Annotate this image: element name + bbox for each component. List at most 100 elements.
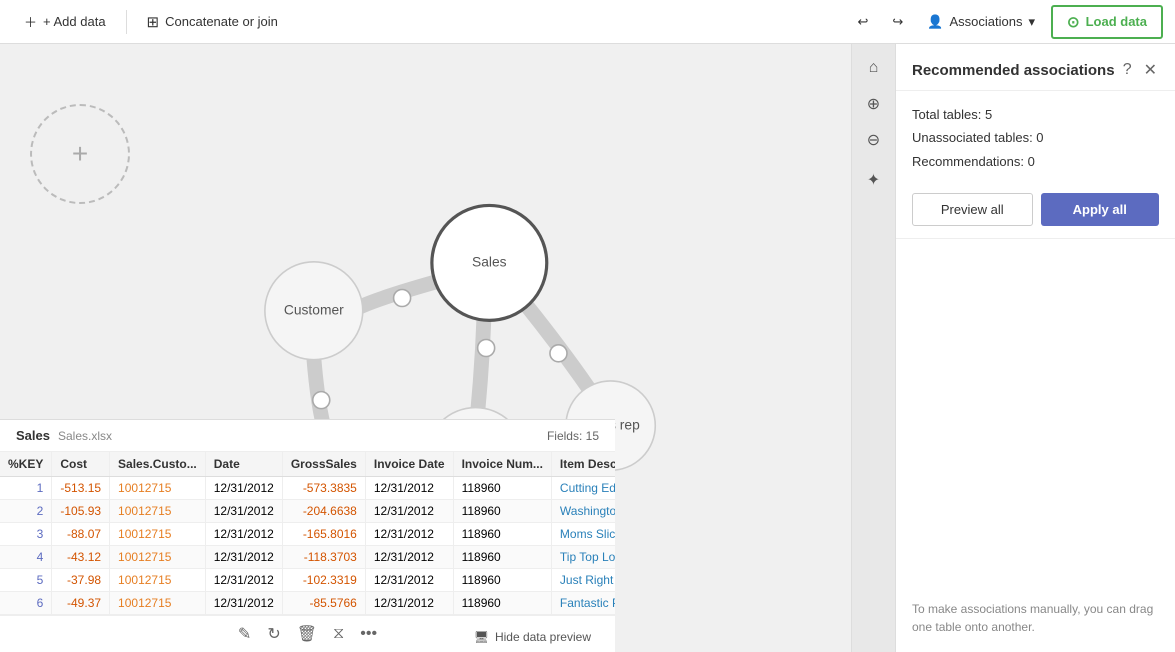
table-cell: -85.5766 <box>282 592 365 615</box>
table-cell: 4 <box>0 546 52 569</box>
table-cell: 6 <box>0 592 52 615</box>
zoom-in-tool-button[interactable]: ⊕ <box>858 88 890 120</box>
col-cost: Cost <box>52 452 110 477</box>
table-cell: 118960 <box>453 569 551 592</box>
table-cell: 12/31/2012 <box>365 569 453 592</box>
side-tools: ⌂ ⊕ ⊖ ✦ <box>851 44 895 652</box>
table-cell: Cutting Edge Sliced Ham <box>551 477 615 500</box>
table-cell: -49.37 <box>52 592 110 615</box>
table-row: 5-37.981001271512/31/2012-102.331912/31/… <box>0 569 615 592</box>
table-cell: 12/31/2012 <box>365 500 453 523</box>
table-cell: 10012715 <box>110 546 206 569</box>
table-container[interactable]: %KEY Cost Sales.Custo... Date GrossSales… <box>0 452 615 615</box>
table-cell: Moms Sliced Ham <box>551 523 615 546</box>
table-cell: 10012715 <box>110 569 206 592</box>
edit-tool-button[interactable]: ✎ <box>238 624 251 644</box>
redo-icon: ↪ <box>892 14 903 30</box>
data-preview-panel: Sales Sales.xlsx Fields: 15 %KEY Cost Sa… <box>0 419 615 652</box>
table-cell: 12/31/2012 <box>205 477 282 500</box>
preview-file-name: Sales.xlsx <box>58 429 112 443</box>
table-cell: 3 <box>0 523 52 546</box>
table-cell: -573.3835 <box>282 477 365 500</box>
table-cell: 12/31/2012 <box>205 523 282 546</box>
table-cell: 1 <box>0 477 52 500</box>
concat-join-label: Concatenate or join <box>165 14 278 29</box>
table-cell: 12/31/2012 <box>365 592 453 615</box>
canvas-area[interactable]: + Sales Customer Item <box>0 44 895 652</box>
apply-all-button[interactable]: Apply all <box>1041 193 1160 226</box>
toolbar-divider <box>126 10 127 34</box>
preview-all-button[interactable]: Preview all <box>912 193 1033 226</box>
table-row: 6-49.371001271512/31/2012-85.576612/31/2… <box>0 592 615 615</box>
panel-stats: Total tables: 5 Unassociated tables: 0 R… <box>896 91 1175 185</box>
load-data-label: Load data <box>1086 14 1147 29</box>
col-item-desc: Item Desc <box>551 452 615 477</box>
table-cell: 12/31/2012 <box>365 477 453 500</box>
table-cell: -88.07 <box>52 523 110 546</box>
table-row: 1-513.151001271512/31/2012-573.383512/31… <box>0 477 615 500</box>
table-cell: 12/31/2012 <box>205 546 282 569</box>
hide-preview-button[interactable]: 🖥 Hide data preview <box>466 622 599 652</box>
table-cell: 118960 <box>453 546 551 569</box>
more-tool-button[interactable]: ••• <box>360 625 377 643</box>
table-cell: 12/31/2012 <box>205 500 282 523</box>
table-cell: -513.15 <box>52 477 110 500</box>
table-cell: 5 <box>0 569 52 592</box>
col-invoice-date: Invoice Date <box>365 452 453 477</box>
panel-header-icons: ? ✕ <box>1121 58 1159 82</box>
toolbar-right: ↩ ↪ 👤 Associations ▾ ⊙ Load data <box>850 5 1164 39</box>
panel-header: Recommended associations ? ✕ <box>896 44 1175 91</box>
table-cell: 12/31/2012 <box>205 569 282 592</box>
svg-text:Customer: Customer <box>284 301 344 317</box>
table-row: 2-105.931001271512/31/2012-204.663812/31… <box>0 500 615 523</box>
col-gross-sales: GrossSales <box>282 452 365 477</box>
table-cell: -204.6638 <box>282 500 365 523</box>
magic-tool-button[interactable]: ✦ <box>858 164 890 196</box>
svg-text:Sales: Sales <box>472 254 507 270</box>
table-cell: 12/31/2012 <box>365 523 453 546</box>
redo-button[interactable]: ↪ <box>884 8 911 36</box>
associations-button[interactable]: 👤 Associations ▾ <box>919 8 1043 36</box>
table-body: 1-513.151001271512/31/2012-573.383512/31… <box>0 477 615 615</box>
load-data-button[interactable]: ⊙ Load data <box>1051 5 1163 39</box>
help-button[interactable]: ? <box>1121 59 1134 81</box>
col-sales-custo: Sales.Custo... <box>110 452 206 477</box>
filter-tool-button[interactable]: ⧖ <box>333 625 344 643</box>
main-area: + Sales Customer Item <box>0 44 1175 652</box>
table-cell: -118.3703 <box>282 546 365 569</box>
panel-title: Recommended associations <box>912 62 1121 79</box>
refresh-tool-button[interactable]: ↻ <box>267 624 280 644</box>
concat-join-button[interactable]: ⊞ Concatenate or join <box>135 7 290 37</box>
unassociated-stat: Unassociated tables: 0 <box>912 126 1159 149</box>
panel-actions: Preview all Apply all <box>896 185 1175 239</box>
table-cell: 12/31/2012 <box>205 592 282 615</box>
table-cell: 118960 <box>453 592 551 615</box>
table-row: 4-43.121001271512/31/2012-118.370312/31/… <box>0 546 615 569</box>
table-cell: 10012715 <box>110 523 206 546</box>
plus-icon: ＋ <box>24 12 37 31</box>
table-cell: Just Right Beef Soup <box>551 569 615 592</box>
undo-button[interactable]: ↩ <box>850 8 877 36</box>
zoom-out-tool-button[interactable]: ⊖ <box>858 124 890 156</box>
hide-preview-label: Hide data preview <box>495 630 591 644</box>
close-button[interactable]: ✕ <box>1142 58 1159 82</box>
panel-hint: To make associations manually, you can d… <box>896 584 1175 652</box>
right-panel: Recommended associations ? ✕ Total table… <box>895 44 1175 652</box>
table-cell: Tip Top Lox <box>551 546 615 569</box>
table-cell: -165.8016 <box>282 523 365 546</box>
home-tool-button[interactable]: ⌂ <box>858 52 890 84</box>
table-cell: 118960 <box>453 500 551 523</box>
table-cell: -102.3319 <box>282 569 365 592</box>
table-cell: 118960 <box>453 523 551 546</box>
add-data-button[interactable]: ＋ + Add data <box>12 6 118 37</box>
delete-tool-button[interactable]: 🗑 <box>297 624 317 644</box>
total-tables-stat: Total tables: 5 <box>912 103 1159 126</box>
preview-header: Sales Sales.xlsx Fields: 15 <box>0 420 615 452</box>
table-cell: Fantastic Pumpernickel Bread <box>551 592 615 615</box>
add-data-label: + Add data <box>43 14 106 29</box>
chevron-down-icon: ▾ <box>1028 14 1035 30</box>
table-cell: 2 <box>0 500 52 523</box>
col-key: %KEY <box>0 452 52 477</box>
table-cell: -37.98 <box>52 569 110 592</box>
table-cell: 10012715 <box>110 477 206 500</box>
